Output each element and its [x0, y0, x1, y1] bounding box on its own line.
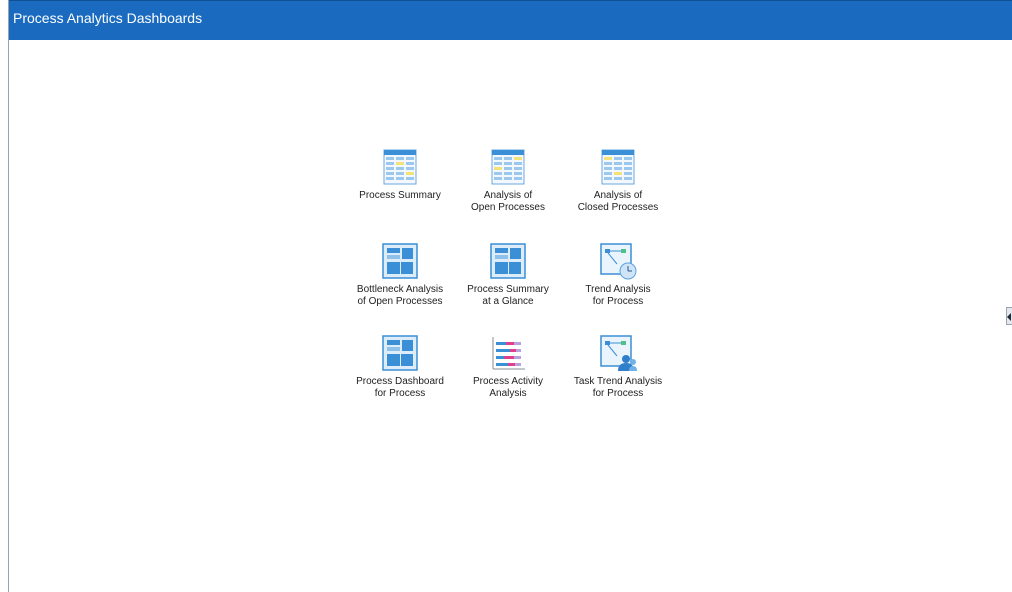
tile-task-trend-analysis[interactable]: Task Trend Analysis for Process [558, 334, 678, 414]
tile-label: Process Summary at a Glance [467, 284, 549, 307]
left-border [8, 0, 9, 592]
tile-label: Bottleneck Analysis of Open Processes [356, 284, 444, 307]
tile-label: Analysis of Open Processes [471, 190, 545, 213]
header-bar: Process Analytics Dashboards [9, 0, 1012, 40]
dashboard-layout-icon [381, 334, 419, 372]
tile-process-dashboard[interactable]: Process Dashboard for Process [340, 334, 460, 414]
trend-clock-icon [599, 242, 637, 280]
tile-analysis-closed-processes[interactable]: Analysis of Closed Processes [558, 148, 678, 228]
tile-label: Trend Analysis for Process [585, 284, 651, 307]
chevron-left-icon [1007, 313, 1011, 321]
tile-bottleneck-analysis[interactable]: Bottleneck Analysis of Open Processes [340, 242, 460, 322]
tile-label: Process Activity Analysis [472, 376, 544, 399]
dashboard-layout-icon [381, 242, 419, 280]
app-frame: Process Analytics Dashboards Process Sum… [0, 0, 1012, 592]
tile-process-summary[interactable]: Process Summary [340, 148, 460, 228]
bar-list-icon [489, 334, 527, 372]
tile-trend-analysis[interactable]: Trend Analysis for Process [558, 242, 678, 322]
page-title: Process Analytics Dashboards [13, 10, 203, 26]
tile-label: Process Dashboard for Process [356, 376, 444, 399]
table-report-icon [489, 148, 527, 186]
tile-label: Task Trend Analysis for Process [573, 376, 663, 399]
dashboard-layout-icon [489, 242, 527, 280]
tile-label: Process Summary [359, 190, 441, 201]
table-report-icon [599, 148, 637, 186]
trend-user-icon [599, 334, 637, 372]
tile-process-activity-analysis[interactable]: Process Activity Analysis [448, 334, 568, 414]
tile-label: Analysis of Closed Processes [577, 190, 659, 213]
tile-analysis-open-processes[interactable]: Analysis of Open Processes [448, 148, 568, 228]
table-report-icon [381, 148, 419, 186]
tile-process-summary-glance[interactable]: Process Summary at a Glance [448, 242, 568, 322]
collapse-panel-handle[interactable] [1006, 307, 1012, 325]
